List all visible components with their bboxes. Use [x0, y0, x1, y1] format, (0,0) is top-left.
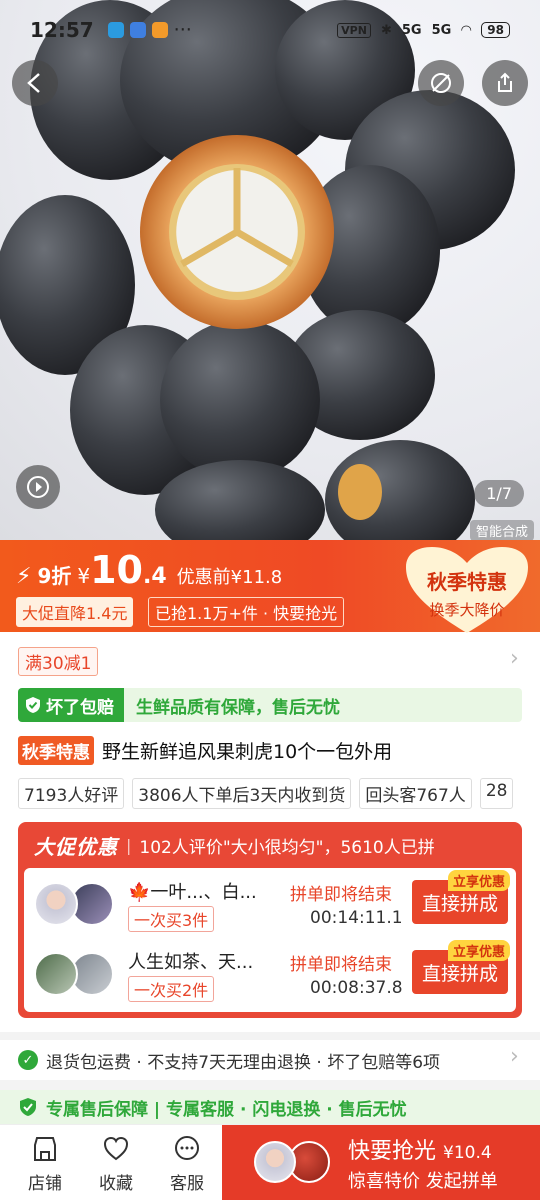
price-integer: 10: [90, 548, 143, 592]
stat-repeat[interactable]: 回头客767人: [359, 778, 472, 809]
stat-more[interactable]: 28: [479, 778, 514, 809]
avatar: [254, 1141, 296, 1183]
more-icon: ···: [173, 19, 192, 41]
group-member-name: 人生如茶、天...: [128, 952, 254, 973]
discount-label: 9折: [37, 564, 72, 588]
telegram-icon: [107, 22, 124, 38]
title-tag: 秋季特惠: [18, 736, 94, 765]
app-icon: [129, 22, 146, 38]
avatar: [34, 882, 78, 926]
lightning-icon: ⚡: [16, 564, 32, 589]
video-play-button[interactable]: [16, 465, 60, 509]
product-image[interactable]: 12:57 ··· VPN ✱ 5G 5G ◠ 98 1/7 智能合成: [0, 0, 540, 540]
group-quantity: 一次买2件: [128, 976, 215, 1002]
instant-discount-tag: 立享优惠: [447, 870, 510, 891]
chevron-right-icon: ›: [510, 1044, 519, 1069]
store-icon: [34, 1137, 56, 1161]
group-quantity: 一次买3件: [128, 906, 215, 932]
tab-favorite-label: 收藏: [99, 1174, 133, 1194]
guarantee-banner[interactable]: 坏了包赔 生鲜品质有保障，售后无忧: [18, 688, 522, 722]
buy-line1: 快要抢光: [348, 1139, 437, 1164]
coupon-tag[interactable]: 满30减1: [18, 647, 99, 676]
group-header: 大促优惠 | 102人评价"大小很均匀"，5610人已拼: [18, 822, 522, 868]
battery-icon: 98: [481, 22, 510, 38]
group-info: 102人评价"大小很均匀"，5610人已拼: [139, 837, 435, 858]
chevron-left-icon: [27, 73, 40, 93]
avatar: [34, 952, 78, 996]
buy-price: ¥10.4: [443, 1143, 492, 1163]
group-timer: 00:14:11.1: [310, 908, 403, 928]
group-status: 拼单即将结束: [290, 885, 392, 905]
app-icon: [151, 22, 168, 38]
back-button[interactable]: [12, 60, 58, 106]
chevron-right-icon[interactable]: ›: [510, 646, 519, 671]
vpn-icon: VPN: [337, 22, 371, 38]
group-row[interactable]: 人生如茶、天... 一次买2件 拼单即将结束 00:08:37.8 立享优惠 直…: [24, 938, 516, 1008]
tab-store[interactable]: 店铺: [10, 1135, 80, 1194]
image-counter: 1/7: [474, 480, 524, 507]
share-icon: [498, 72, 512, 92]
ai-button[interactable]: [418, 60, 464, 106]
ai-synthesis-label: 智能合成: [469, 520, 534, 540]
original-price: 优惠前¥11.8: [176, 567, 283, 588]
service-text: 退货包运费 · 不支持7天无理由退换 · 坏了包赔等6项: [46, 1052, 441, 1073]
tab-store-label: 店铺: [28, 1174, 62, 1194]
guarantee-tag: 坏了包赔: [18, 688, 124, 722]
stats-row: 7193人好评 3806人下单后3天内收到货 回头客767人 28: [18, 778, 514, 809]
price-decimal: .4: [143, 564, 167, 589]
autumn-sale-text: 秋季特惠 换季大降价: [404, 566, 530, 620]
status-bar: 12:57 ··· VPN ✱ 5G 5G ◠ 98: [0, 0, 540, 60]
after-sales-row[interactable]: 专属售后保障 | 专属客服 · 闪电退换 · 售后无忧: [0, 1090, 540, 1124]
product-title: 野生新鲜追风果刺虎10个一包外用: [102, 741, 393, 763]
group-status: 拼单即将结束: [290, 955, 392, 975]
tab-service[interactable]: 客服: [152, 1135, 222, 1194]
avatar-group: [34, 882, 118, 926]
group-row[interactable]: 🍁一叶...、白... 一次买3件 拼单即将结束 00:14:11.1 立享优惠…: [24, 868, 516, 938]
guarantee-tag-label: 坏了包赔: [46, 697, 114, 718]
instant-discount-tag: 立享优惠: [447, 940, 510, 961]
buy-subtitle: 惊喜特价 发起拼单: [348, 1171, 498, 1192]
tab-service-label: 客服: [170, 1174, 204, 1194]
chat-icon: [175, 1136, 199, 1160]
status-time: 12:57: [30, 18, 94, 42]
play-icon: [27, 476, 49, 498]
wifi-icon: ◠: [461, 22, 472, 38]
tab-favorite[interactable]: 收藏: [81, 1135, 151, 1194]
avatar-group: [254, 1141, 334, 1183]
service-row[interactable]: ✓ 退货包运费 · 不支持7天无理由退换 · 坏了包赔等6项 ›: [0, 1040, 540, 1080]
check-icon: ✓: [18, 1050, 38, 1070]
guarantee-text: 生鲜品质有保障，售后无忧: [136, 697, 340, 718]
bottom-action-bar: 店铺 收藏 客服 快要抢光 ¥10.4 惊喜特价 发起拼单: [0, 1124, 540, 1200]
signal-icon: 5G: [401, 22, 422, 38]
badge-title: 秋季特惠: [427, 570, 507, 594]
avatar-group: [34, 952, 118, 996]
after-sales-text: 专属售后保障 | 专属客服 · 闪电退换 · 售后无忧: [46, 1099, 407, 1120]
signal-icon: 5G: [431, 22, 452, 38]
buy-title: 快要抢光 ¥10.4: [348, 1133, 492, 1165]
heart-icon: [103, 1136, 129, 1161]
group-buy-button[interactable]: 快要抢光 ¥10.4 惊喜特价 发起拼单: [222, 1125, 540, 1200]
bluetooth-icon: ✱: [380, 22, 392, 38]
currency-symbol: ¥: [77, 564, 91, 588]
sparkle-icon: [431, 73, 451, 93]
share-button[interactable]: [482, 60, 528, 106]
group-timer: 00:08:37.8: [310, 978, 403, 998]
promo-tag: 大促直降1.4元: [16, 597, 134, 627]
badge-subtitle: 换季大降价: [429, 601, 505, 619]
shield-check-icon: [26, 697, 40, 713]
product-title-row: 秋季特惠 野生新鲜追风果刺虎10个一包外用: [18, 736, 392, 765]
group-member-name: 🍁一叶...、白...: [128, 882, 257, 903]
stat-delivery[interactable]: 3806人下单后3天内收到货: [132, 778, 352, 809]
group-buy-panel: 大促优惠 | 102人评价"大小很均匀"，5610人已拼 🍁一叶...、白...…: [18, 822, 522, 1018]
sold-tag: 已抢1.1万+件 · 快要抢光: [148, 597, 345, 627]
stat-reviews[interactable]: 7193人好评: [18, 778, 125, 809]
group-list: 🍁一叶...、白... 一次买3件 拼单即将结束 00:14:11.1 立享优惠…: [24, 868, 516, 1012]
promo-brand: 大促优惠: [34, 834, 118, 859]
shield-check-icon: [20, 1098, 36, 1116]
